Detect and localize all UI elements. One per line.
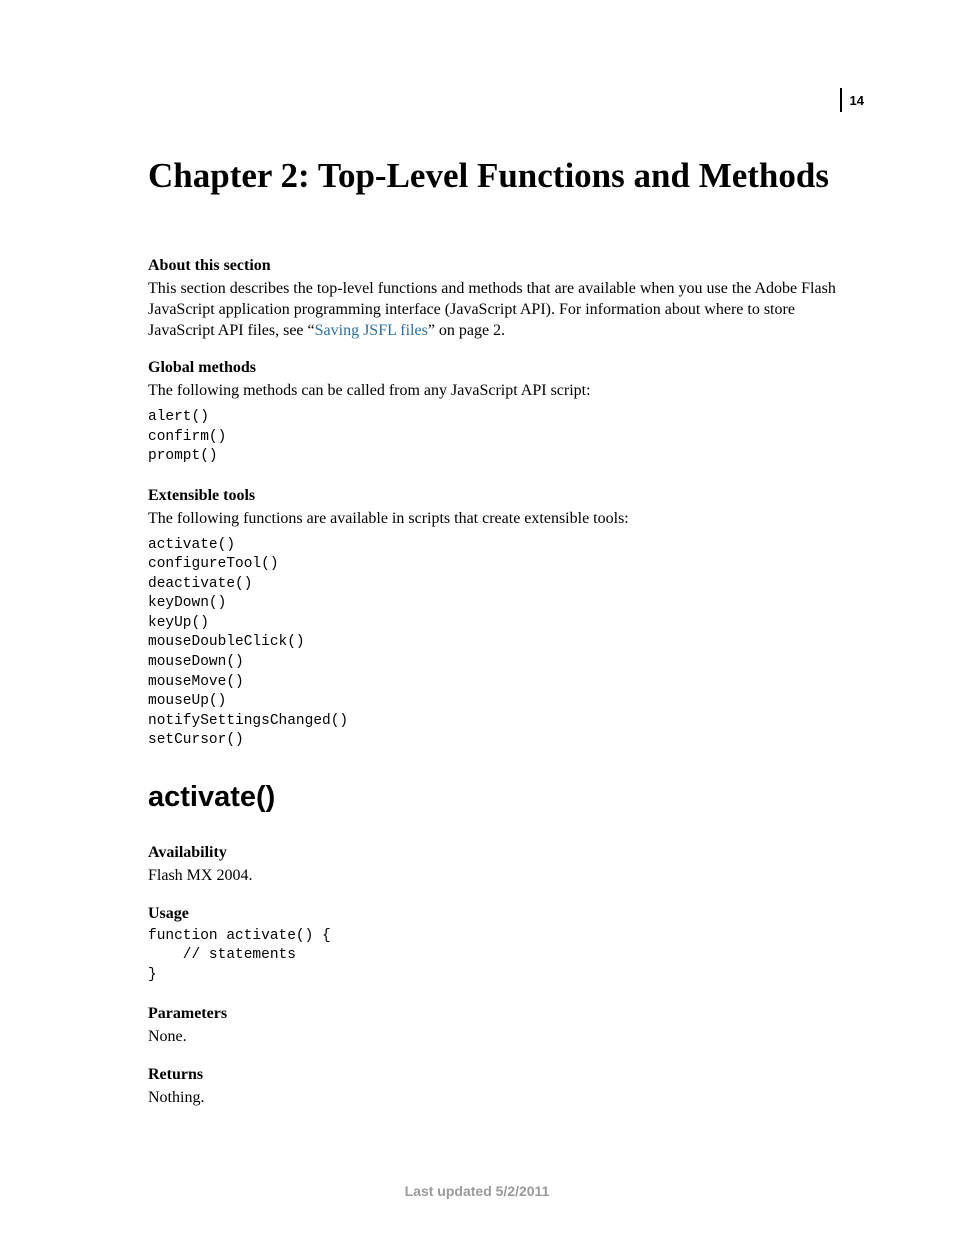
extensible-tools-code: activate() configureTool() deactivate() … — [148, 536, 848, 751]
returns-body: Nothing. — [148, 1088, 848, 1109]
global-methods-heading: Global methods — [148, 359, 848, 377]
usage-code: function activate() { // statements } — [148, 927, 848, 986]
saving-jsfl-files-link[interactable]: Saving JSFL files — [315, 322, 428, 339]
availability-heading: Availability — [148, 844, 848, 862]
parameters-body: None. — [148, 1027, 848, 1048]
footer-last-updated: Last updated 5/2/2011 — [0, 1183, 954, 1199]
page-number-rule — [840, 88, 842, 112]
page-number-area: 14 — [840, 88, 864, 112]
usage-section: Usage function activate() { // statement… — [148, 905, 848, 986]
page-content: Chapter 2: Top-Level Functions and Metho… — [148, 155, 848, 1127]
availability-section: Availability Flash MX 2004. — [148, 844, 848, 887]
about-heading: About this section — [148, 257, 848, 275]
global-methods-code: alert() confirm() prompt() — [148, 408, 848, 467]
availability-body: Flash MX 2004. — [148, 866, 848, 887]
page-number: 14 — [850, 93, 864, 108]
extensible-tools-body: The following functions are available in… — [148, 509, 848, 530]
usage-heading: Usage — [148, 905, 848, 923]
parameters-heading: Parameters — [148, 1005, 848, 1023]
about-section: About this section This section describe… — [148, 257, 848, 341]
global-methods-section: Global methods The following methods can… — [148, 359, 848, 466]
returns-heading: Returns — [148, 1066, 848, 1084]
function-title: activate() — [148, 781, 848, 814]
extensible-tools-heading: Extensible tools — [148, 487, 848, 505]
about-body: This section describes the top-level fun… — [148, 279, 848, 341]
returns-section: Returns Nothing. — [148, 1066, 848, 1109]
parameters-section: Parameters None. — [148, 1005, 848, 1048]
global-methods-body: The following methods can be called from… — [148, 381, 848, 402]
chapter-title: Chapter 2: Top-Level Functions and Metho… — [148, 155, 848, 197]
about-body-after: ” on page 2. — [428, 322, 505, 339]
extensible-tools-section: Extensible tools The following functions… — [148, 487, 848, 751]
